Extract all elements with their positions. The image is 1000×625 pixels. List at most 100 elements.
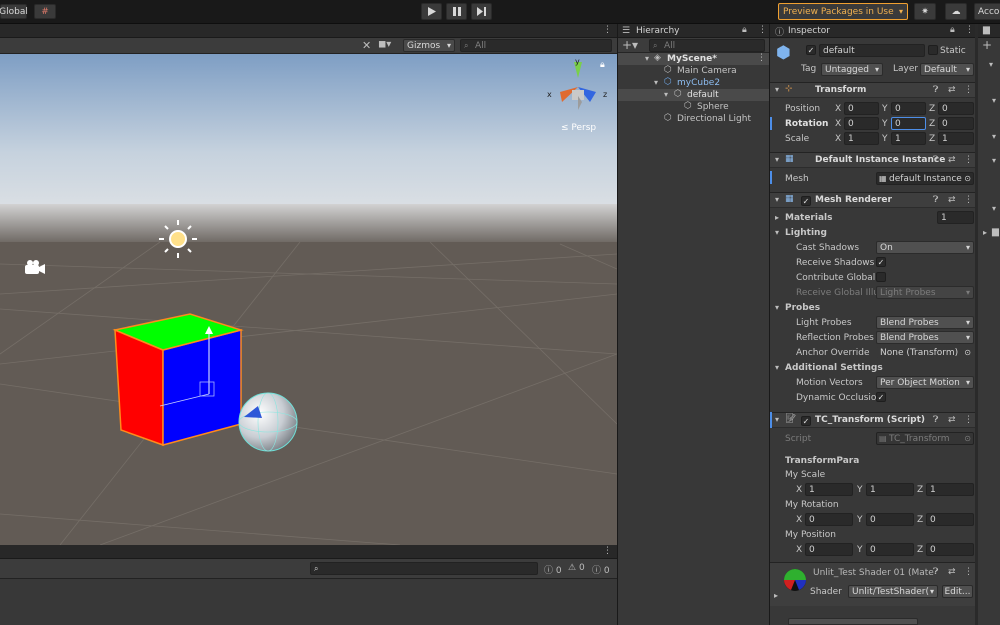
folder-icon[interactable]: ▆ bbox=[983, 25, 990, 35]
mesh-renderer-component-header[interactable]: ▾ ▦ ✓ Mesh Renderer ❓︎ ⇄ ⋮ bbox=[770, 192, 975, 208]
scale-z-field[interactable]: 1 bbox=[938, 132, 974, 145]
hierarchy-tab[interactable]: Hierarchy bbox=[636, 26, 680, 36]
anchor-override-field[interactable]: None (Transform) ⊙ bbox=[876, 346, 974, 359]
help-icon[interactable]: ❓︎ bbox=[933, 567, 938, 577]
my-scale-y-field[interactable]: 1 bbox=[866, 483, 914, 496]
my-position-x-field[interactable]: 0 bbox=[805, 543, 853, 556]
warning-count-button[interactable]: ⚠ 0 bbox=[568, 563, 585, 573]
receive-shadows-checkbox[interactable]: ✓ bbox=[876, 257, 886, 267]
help-icon[interactable]: ❓︎ bbox=[933, 155, 938, 165]
chevron-down-icon[interactable]: ▾ bbox=[775, 228, 779, 237]
layer-dropdown[interactable]: Default bbox=[920, 63, 974, 76]
inspector-tab[interactable]: Inspector bbox=[788, 26, 830, 36]
lock-icon[interactable]: 🔒︎ bbox=[600, 60, 605, 70]
cloud-icon[interactable]: ☁ bbox=[945, 3, 967, 20]
my-scale-z-field[interactable]: 1 bbox=[926, 483, 974, 496]
kebab-menu-icon[interactable]: ⋮ bbox=[603, 546, 612, 556]
contribute-gi-checkbox[interactable] bbox=[876, 272, 886, 282]
chevron-down-icon[interactable]: ▾ bbox=[992, 204, 996, 213]
list-item-selected[interactable]: ▾ ⬡ default bbox=[618, 89, 769, 101]
chevron-down-icon[interactable]: ▾ bbox=[992, 96, 996, 105]
list-item[interactable]: ▾ ⬡ myCube2 bbox=[618, 77, 769, 89]
pause-button[interactable] bbox=[446, 3, 467, 20]
chevron-down-icon[interactable]: ▾ bbox=[775, 363, 779, 372]
lock-icon[interactable]: 🔒︎ bbox=[950, 25, 955, 35]
rotation-z-field[interactable]: 0 bbox=[938, 117, 974, 130]
rotation-x-field[interactable]: 0 bbox=[844, 117, 879, 130]
scene-viewport[interactable]: x y z 🔒︎ ≤ Persp bbox=[0, 54, 617, 545]
chevron-right-icon[interactable]: ▸ bbox=[774, 591, 778, 600]
services-sun-icon[interactable]: ✷ bbox=[914, 3, 936, 20]
cast-shadows-dropdown[interactable]: On bbox=[876, 241, 974, 254]
info-count-button[interactable]: ⓘ 0 bbox=[544, 563, 562, 576]
play-button[interactable] bbox=[421, 3, 442, 20]
chevron-down-icon[interactable]: ▾ bbox=[992, 156, 996, 165]
preview-packages-dropdown[interactable]: Preview Packages in Use ▾ bbox=[778, 3, 908, 20]
shader-dropdown[interactable]: Unlit/TestShader( bbox=[848, 585, 938, 598]
my-rotation-z-field[interactable]: 0 bbox=[926, 513, 974, 526]
chevron-down-icon[interactable]: ▾ bbox=[775, 303, 779, 312]
edit-shader-button[interactable]: Edit... bbox=[942, 585, 973, 598]
kebab-menu-icon[interactable]: ⋮ bbox=[964, 567, 973, 577]
preset-icon[interactable]: ⇄ bbox=[948, 195, 956, 205]
tag-dropdown[interactable]: Untagged bbox=[821, 63, 883, 76]
list-item[interactable]: ⬡ Directional Light bbox=[618, 113, 769, 125]
snap-grid-icon[interactable]: # bbox=[34, 4, 56, 19]
kebab-menu-icon[interactable]: ⋮ bbox=[758, 25, 767, 35]
active-checkbox[interactable]: ✓ bbox=[806, 45, 816, 55]
mesh-filter-component-header[interactable]: ▾ ▦ Default Instance Instance ❓︎ ⇄ ⋮ bbox=[770, 152, 975, 168]
hierarchy-search-input[interactable]: ⌕ All bbox=[649, 39, 765, 52]
chevron-down-icon[interactable]: ▾ bbox=[989, 60, 993, 69]
object-picker-icon[interactable]: ⊙ bbox=[964, 173, 971, 184]
mesh-renderer-enabled-checkbox[interactable]: ✓ bbox=[801, 196, 811, 206]
dynamic-occlusion-checkbox[interactable]: ✓ bbox=[876, 392, 886, 402]
mesh-object-field[interactable]: ▦ default Instance ⊙ bbox=[876, 172, 974, 185]
my-scale-x-field[interactable]: 1 bbox=[805, 483, 853, 496]
materials-count-field[interactable]: 1 bbox=[937, 211, 974, 224]
list-item[interactable]: ⬡ Main Camera bbox=[618, 65, 769, 77]
kebab-menu-icon[interactable]: ⋮ bbox=[964, 195, 973, 205]
light-probes-dropdown[interactable]: Blend Probes bbox=[876, 316, 974, 329]
object-name-input[interactable]: default bbox=[819, 44, 925, 57]
static-dropdown[interactable]: Static bbox=[940, 46, 966, 56]
add-icon[interactable]: +▾ bbox=[622, 38, 638, 52]
position-z-field[interactable]: 0 bbox=[938, 102, 974, 115]
help-icon[interactable]: ❓︎ bbox=[933, 195, 938, 205]
tools-icon[interactable]: ✕ bbox=[362, 39, 371, 52]
chevron-down-icon[interactable]: ▾ bbox=[992, 132, 996, 141]
account-button[interactable]: Acco bbox=[974, 3, 1000, 20]
kebab-menu-icon[interactable]: ⋮ bbox=[964, 415, 973, 425]
scene-search-input[interactable]: ⌕ All bbox=[460, 39, 612, 52]
position-y-field[interactable]: 0 bbox=[891, 102, 926, 115]
lock-icon[interactable]: 🔒︎ bbox=[742, 25, 747, 35]
kebab-menu-icon[interactable]: ⋮ bbox=[757, 53, 766, 63]
rotation-y-field[interactable]: 0 bbox=[891, 117, 926, 130]
list-item[interactable]: ⬡ Sphere bbox=[618, 101, 769, 113]
kebab-menu-icon[interactable]: ⋮ bbox=[965, 25, 974, 35]
scale-x-field[interactable]: 1 bbox=[844, 132, 879, 145]
object-picker-icon[interactable]: ⊙ bbox=[964, 347, 971, 358]
kebab-menu-icon[interactable]: ⋮ bbox=[964, 155, 973, 165]
preset-icon[interactable]: ⇄ bbox=[948, 85, 956, 95]
console-search-input[interactable]: ⌕ bbox=[310, 562, 538, 575]
chevron-right-icon[interactable]: ▸ bbox=[775, 213, 779, 222]
my-rotation-y-field[interactable]: 0 bbox=[866, 513, 914, 526]
transform-component-header[interactable]: ▾ ⊹ Transform ❓︎ ⇄ ⋮ bbox=[770, 82, 975, 98]
folder-icon[interactable]: ▆ bbox=[992, 227, 999, 237]
kebab-menu-icon[interactable]: ⋮ bbox=[964, 85, 973, 95]
chevron-right-icon[interactable]: ▸ bbox=[983, 228, 987, 237]
script-enabled-checkbox[interactable]: ✓ bbox=[801, 416, 811, 426]
kebab-menu-icon[interactable]: ⋮ bbox=[603, 25, 612, 35]
gizmos-dropdown[interactable]: Gizmos bbox=[403, 39, 455, 52]
motion-vectors-dropdown[interactable]: Per Object Motion bbox=[876, 376, 974, 389]
static-checkbox[interactable] bbox=[928, 45, 938, 55]
help-icon[interactable]: ❓︎ bbox=[933, 415, 938, 425]
step-button[interactable] bbox=[471, 3, 492, 20]
position-x-field[interactable]: 0 bbox=[844, 102, 879, 115]
scale-y-field[interactable]: 1 bbox=[891, 132, 926, 145]
reflection-probes-dropdown[interactable]: Blend Probes bbox=[876, 331, 974, 344]
camera-icon[interactable]: ◼▾ bbox=[378, 39, 391, 50]
my-position-y-field[interactable]: 0 bbox=[866, 543, 914, 556]
scene-root-row[interactable]: ▾ ◈ MyScene* ⋮ bbox=[618, 53, 769, 65]
add-component-button[interactable] bbox=[788, 618, 918, 625]
